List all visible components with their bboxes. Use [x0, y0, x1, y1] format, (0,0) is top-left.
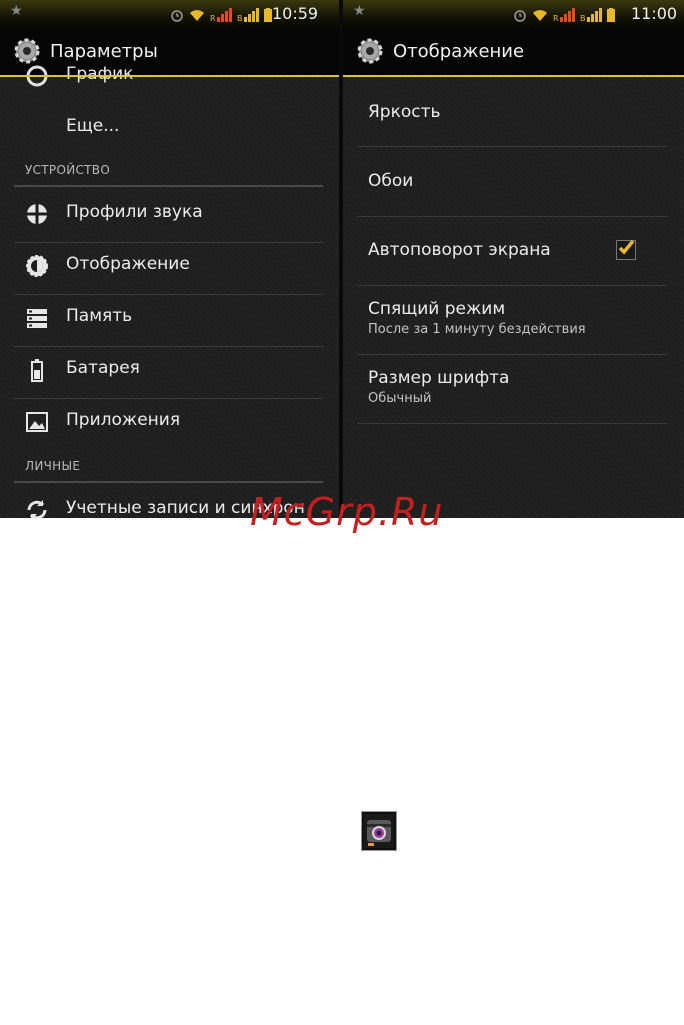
- setting-title: Обои: [368, 171, 414, 191]
- wifi-icon: [533, 10, 547, 21]
- section-header-device: УСТРОЙСТВО: [25, 163, 111, 177]
- signal-2-icon: B: [237, 8, 259, 22]
- setting-title: Яркость: [368, 102, 441, 122]
- menu-item-label: Память: [66, 306, 133, 326]
- checkmark-icon: [618, 239, 635, 255]
- menu-item-memory[interactable]: Память: [0, 304, 339, 334]
- signal-2-icon: B: [580, 8, 602, 22]
- status-icons: R B: [170, 8, 272, 22]
- status-time: 10:59: [272, 4, 319, 23]
- divider: [14, 242, 323, 243]
- setting-sleep[interactable]: Спящий режим После за 1 минуту бездейств…: [368, 299, 664, 337]
- star-icon: ★: [353, 3, 366, 19]
- svg-text:R: R: [210, 14, 216, 22]
- setting-summary: Обычный: [368, 391, 432, 406]
- settings-screen: ★ R B 10:59 Параметры График Еще... УСТР…: [0, 0, 339, 518]
- divider: [357, 216, 667, 217]
- camera-icon: [361, 811, 397, 851]
- display-brightness-icon: [26, 255, 48, 277]
- menu-item-label: График: [66, 64, 134, 84]
- auto-rotate-checkbox[interactable]: [616, 239, 636, 260]
- divider: [14, 294, 323, 295]
- svg-text:B: B: [237, 14, 243, 22]
- action-bar: Отображение: [343, 30, 684, 77]
- sound-profiles-icon: [27, 204, 47, 224]
- section-divider: [14, 481, 323, 483]
- menu-item-display[interactable]: Отображение: [0, 252, 339, 282]
- alarm-icon: [514, 10, 526, 22]
- setting-font-size[interactable]: Размер шрифта Обычный: [368, 368, 664, 406]
- battery-icon: [31, 359, 43, 382]
- status-icons: R B: [513, 8, 615, 22]
- signal-1-icon: R: [210, 8, 232, 22]
- setting-title: Спящий режим: [368, 299, 506, 319]
- star-icon: ★: [10, 3, 23, 19]
- battery-status-icon: [607, 8, 615, 22]
- setting-brightness[interactable]: Яркость: [368, 102, 664, 122]
- divider: [357, 354, 667, 355]
- menu-item-label: Приложения: [66, 410, 181, 430]
- traffic-icon: [26, 65, 48, 87]
- setting-summary: После за 1 минуту бездействия: [368, 322, 586, 337]
- status-bar: ★ R B 10:59: [0, 0, 339, 30]
- menu-item-traffic[interactable]: График: [0, 62, 339, 92]
- section-divider: [14, 185, 323, 187]
- svg-text:B: B: [580, 14, 586, 22]
- setting-title: Размер шрифта: [368, 368, 510, 388]
- menu-item-label: Батарея: [66, 358, 140, 378]
- page-title: Параметры: [50, 41, 158, 62]
- divider: [14, 346, 323, 347]
- divider: [14, 398, 323, 399]
- status-time: 11:00: [631, 4, 678, 23]
- menu-item-more[interactable]: Еще...: [0, 114, 339, 144]
- menu-item-label: Отображение: [66, 254, 190, 274]
- menu-item-applications[interactable]: Приложения: [0, 408, 339, 438]
- sync-icon: [27, 500, 47, 518]
- menu-item-label: Еще...: [66, 116, 120, 136]
- status-bar: ★ R B 11:00: [343, 0, 684, 30]
- menu-item-label: Профили звука: [66, 202, 203, 222]
- alarm-icon: [171, 10, 183, 22]
- applications-icon: [26, 412, 48, 432]
- svg-text:R: R: [553, 14, 559, 22]
- display-settings-screen: ★ R B 11:00 Отображение Яркость Обои Авт…: [343, 0, 684, 518]
- watermark: McGrp.Ru: [250, 490, 444, 534]
- section-header-personal: ЛИЧНЫЕ: [25, 459, 81, 473]
- divider: [357, 423, 667, 424]
- signal-1-icon: R: [553, 8, 575, 22]
- setting-wallpaper[interactable]: Обои: [368, 171, 664, 191]
- screenshots-container: ★ R B 10:59 Параметры График Еще... УСТР…: [0, 0, 684, 518]
- wifi-icon: [190, 10, 204, 21]
- divider: [357, 146, 667, 147]
- settings-gear-icon[interactable]: [355, 36, 385, 66]
- menu-item-battery[interactable]: Батарея: [0, 356, 339, 386]
- menu-item-sound-profiles[interactable]: Профили звука: [0, 200, 339, 230]
- battery-status-icon: [264, 8, 272, 22]
- page-title: Отображение: [393, 41, 525, 62]
- memory-icon: [27, 309, 47, 328]
- screen-separator: [339, 0, 343, 518]
- divider: [357, 285, 667, 286]
